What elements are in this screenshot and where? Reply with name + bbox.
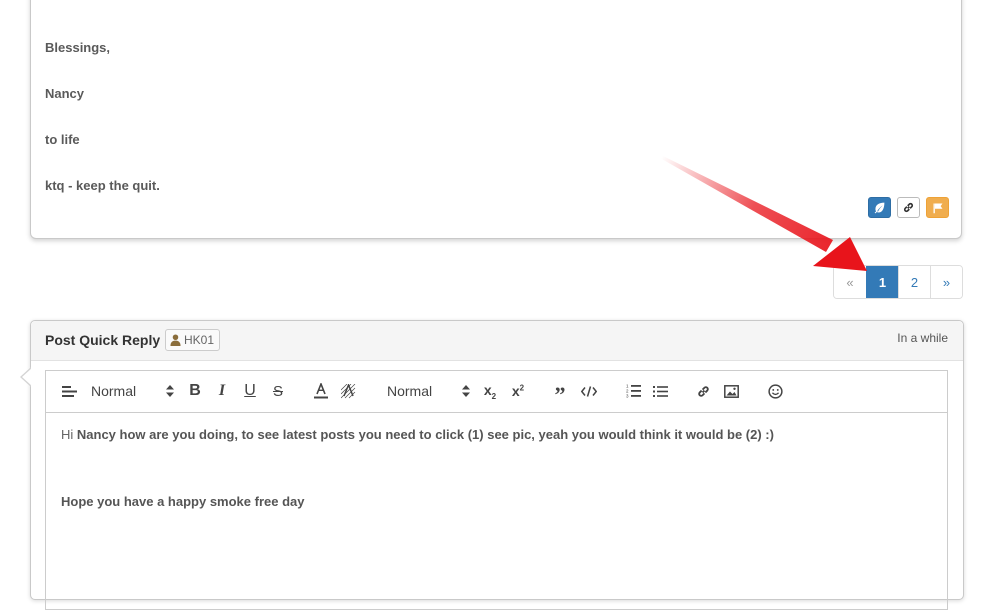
link-icon <box>697 385 709 397</box>
post-line-tolife: to life <box>45 132 80 147</box>
emoji-button[interactable] <box>767 381 783 401</box>
underline-icon: U <box>244 382 256 399</box>
editor-line-1-prefix: Hi <box>61 427 77 442</box>
editor-line-2-text: Hope you have a happy smoke free day <box>61 494 305 509</box>
subscript-icon: x2 <box>483 381 497 401</box>
background-color-button[interactable] <box>340 381 356 401</box>
superscript-icon: x2 <box>511 383 525 399</box>
user-icon <box>170 334 181 346</box>
background-color-icon <box>340 383 355 398</box>
header-select[interactable]: Normal <box>91 381 136 401</box>
editor-line-2: Hope you have a happy smoke free day <box>61 494 304 509</box>
leaf-icon <box>874 202 885 214</box>
image-icon <box>723 384 739 398</box>
strike-button[interactable]: S <box>270 381 286 401</box>
pagination-next[interactable]: » <box>930 266 962 298</box>
text-color-icon <box>314 383 328 399</box>
user-badge-name: HK01 <box>184 333 215 347</box>
superscript-button[interactable]: x2 <box>509 381 527 401</box>
pagination: « 1 2 » <box>833 265 963 299</box>
strike-icon: S <box>272 382 283 400</box>
bubble-tip-inner <box>22 368 32 386</box>
post-line-ktq: ktq - keep the quit. <box>45 178 160 193</box>
pagination-page-2[interactable]: 2 <box>898 266 930 298</box>
permalink-button[interactable] <box>897 197 920 218</box>
bullet-list-icon <box>652 385 668 397</box>
quick-reply-time: In a while <box>897 331 948 345</box>
italic-button[interactable]: I <box>214 381 230 401</box>
text-color-button[interactable] <box>313 381 329 401</box>
bold-button[interactable]: B <box>187 381 203 401</box>
editor-toolbar: Normal B I U S Normal x2 x2 ” 1 2 3 <box>46 371 947 413</box>
post-line-greeting: Blessings, <box>45 40 111 55</box>
size-select[interactable]: Normal <box>387 381 432 401</box>
bold-icon: B <box>189 382 201 399</box>
code-block-button[interactable] <box>580 381 598 401</box>
link-icon <box>903 202 914 213</box>
blockquote-button[interactable]: ” <box>552 381 568 406</box>
code-icon <box>581 385 597 397</box>
quick-reply-header: Post Quick Reply HK01 In a while <box>31 321 963 361</box>
align-left-icon <box>61 385 77 397</box>
user-badge[interactable]: HK01 <box>165 329 221 351</box>
report-button[interactable] <box>926 197 949 218</box>
insert-link-button[interactable] <box>695 381 711 401</box>
quote-icon: ” <box>554 382 566 407</box>
svg-text:3: 3 <box>626 394 629 399</box>
align-button[interactable] <box>61 381 77 401</box>
italic-icon: I <box>218 382 226 399</box>
size-select-caret-icon <box>462 385 470 397</box>
header-select-caret-icon <box>166 385 174 397</box>
ordered-list-button[interactable]: 1 2 3 <box>625 381 641 401</box>
editor-line-1-rest: how are you doing, to see latest posts y… <box>115 427 774 442</box>
smiley-icon <box>767 383 783 399</box>
ordered-list-icon: 1 2 3 <box>626 384 641 398</box>
like-button[interactable] <box>868 197 891 218</box>
rich-text-editor: Normal B I U S Normal x2 x2 ” 1 2 3 Hi N… <box>45 370 948 610</box>
quick-reply-title: Post Quick Reply <box>45 332 161 348</box>
quick-reply-card: Post Quick Reply HK01 In a while Normal <box>20 320 964 610</box>
bullet-list-button[interactable] <box>652 381 668 401</box>
post-card: Blessings, Nancy to life ktq - keep the … <box>30 0 962 239</box>
flag-icon <box>933 203 942 213</box>
post-actions <box>868 197 949 218</box>
pagination-page-1[interactable]: 1 <box>866 266 898 298</box>
underline-button[interactable]: U <box>242 381 258 401</box>
subscript-button[interactable]: x2 <box>481 381 499 401</box>
pagination-prev[interactable]: « <box>834 266 866 298</box>
editor-line-1-name: Nancy <box>76 427 116 442</box>
insert-image-button[interactable] <box>723 381 739 401</box>
post-line-name: Nancy <box>45 86 85 101</box>
editor-line-1: Hi Nancy how are you doing, to see lates… <box>61 427 774 442</box>
